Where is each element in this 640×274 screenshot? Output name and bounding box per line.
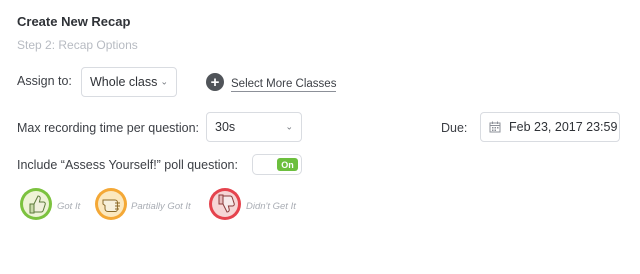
select-more-classes-link[interactable]: Select More Classes: [231, 78, 337, 92]
poll-question-label: Include “Assess Yourself!” poll question…: [17, 158, 238, 172]
calendar-icon: [489, 121, 501, 133]
add-class-icon[interactable]: +: [206, 73, 224, 91]
partially-got-it-label: Partially Got It: [131, 201, 191, 212]
got-it-icon: [19, 187, 53, 221]
didnt-get-it-icon: [208, 187, 242, 221]
assign-label: Assign to:: [17, 74, 72, 88]
chevron-down-icon: ⌄: [160, 76, 168, 87]
chevron-down-icon: ⌄: [285, 121, 293, 132]
recording-time-select[interactable]: 30s ⌄: [206, 112, 302, 142]
recording-time-label: Max recording time per question:: [17, 121, 200, 135]
class-select[interactable]: Whole class ⌄: [81, 67, 177, 97]
due-label: Due:: [441, 121, 468, 135]
due-date-field[interactable]: Feb 23, 2017 23:59: [480, 112, 620, 142]
didnt-get-it-label: Didn't Get It: [246, 201, 296, 212]
step-subtitle: Step 2: Recap Options: [17, 38, 138, 52]
page-title: Create New Recap: [17, 14, 131, 29]
got-it-label: Got It: [57, 201, 81, 212]
recording-time-value: 30s: [215, 120, 236, 134]
toggle-on-label: On: [277, 158, 298, 171]
due-date-value: Feb 23, 2017 23:59: [509, 120, 618, 134]
class-select-value: Whole class: [90, 75, 158, 89]
partially-got-it-icon: [94, 187, 128, 221]
poll-question-toggle[interactable]: On: [252, 154, 302, 175]
